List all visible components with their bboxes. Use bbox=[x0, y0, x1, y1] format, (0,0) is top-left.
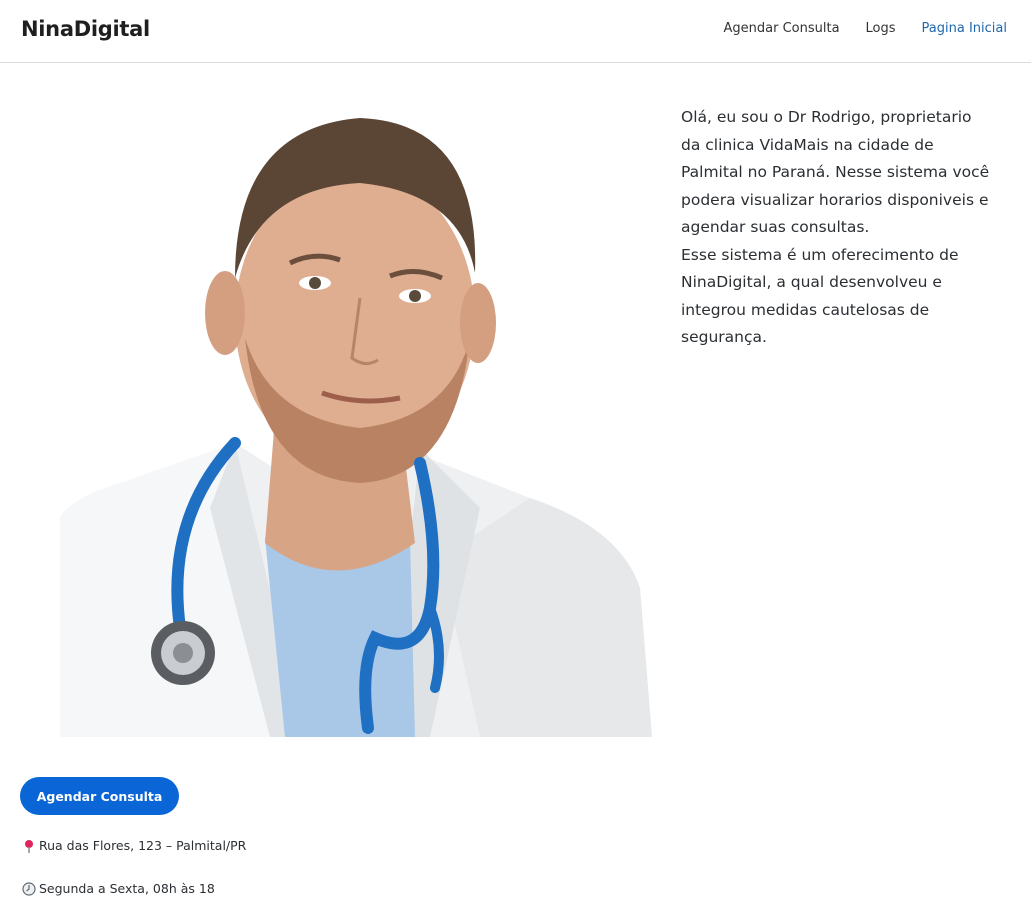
nav-links: Agendar Consulta Logs Pagina Inicial bbox=[724, 21, 1008, 36]
clock-icon bbox=[22, 881, 36, 896]
nav-link-agendar-consulta[interactable]: Agendar Consulta bbox=[724, 21, 840, 36]
pin-icon bbox=[25, 839, 33, 853]
nav-link-pagina-inicial[interactable]: Pagina Inicial bbox=[922, 21, 1007, 36]
address-text: Rua das Flores, 123 – Palmital/PR bbox=[39, 838, 247, 853]
agendar-consulta-button[interactable]: Agendar Consulta bbox=[20, 777, 179, 815]
navbar: NinaDigital Agendar Consulta Logs Pagina… bbox=[0, 0, 1031, 63]
hours-text: Segunda a Sexta, 08h às 18 bbox=[39, 881, 215, 896]
doctor-portrait-image bbox=[60, 118, 652, 737]
address-info: Rua das Flores, 123 – Palmital/PR bbox=[22, 838, 246, 853]
intro-text: Olá, eu sou o Dr Rodrigo, proprietario d… bbox=[681, 104, 991, 352]
intro-paragraph-2: Esse sistema é um oferecimento de NinaDi… bbox=[681, 245, 959, 347]
brand-logo[interactable]: NinaDigital bbox=[21, 17, 150, 41]
hours-info: Segunda a Sexta, 08h às 18 bbox=[22, 881, 215, 896]
nav-link-logs[interactable]: Logs bbox=[866, 21, 896, 36]
intro-paragraph-1: Olá, eu sou o Dr Rodrigo, proprietario d… bbox=[681, 108, 990, 236]
